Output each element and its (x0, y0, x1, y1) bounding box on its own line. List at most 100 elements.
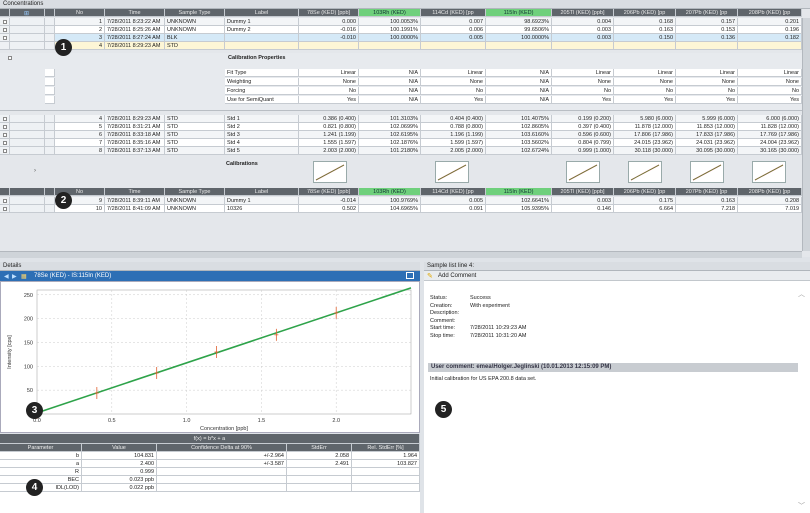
grid-cell[interactable]: 30.118 (30.000) (614, 147, 676, 155)
grid-cell[interactable] (0, 205, 10, 213)
grid-cell[interactable] (0, 34, 10, 42)
grid-cell[interactable]: 0.397 (0.400) (552, 123, 614, 131)
grid-cell[interactable]: 0.146 (552, 205, 614, 213)
grid-cell[interactable]: 11.878 (12.000) (614, 123, 676, 131)
calibration-thumbnail[interactable] (752, 161, 786, 183)
grid-cell[interactable] (10, 131, 45, 139)
grid-cell[interactable]: 7/28/2011 8:29:23 AM (105, 42, 165, 50)
grid-cell[interactable]: 7/28/2011 8:31:21 AM (105, 123, 165, 131)
grid-cell[interactable]: 0.003 (552, 197, 614, 205)
column-header[interactable]: Label (225, 188, 299, 196)
column-header[interactable] (45, 9, 55, 17)
expand-arrow-icon[interactable]: › (34, 168, 36, 174)
grid-cell[interactable] (421, 42, 486, 50)
grid-cell[interactable]: 99.6506% (486, 26, 552, 34)
grid-cell[interactable] (10, 26, 45, 34)
grid-cell[interactable]: -0.016 (299, 26, 359, 34)
grid-cell[interactable]: 0.153 (676, 26, 738, 34)
grid-cell[interactable]: UNKNOWN (165, 197, 225, 205)
grid-cell[interactable]: 102.6724% (486, 147, 552, 155)
grid-cell[interactable]: Use for SemiQuant (225, 96, 299, 104)
grid-cell[interactable]: No (738, 87, 802, 95)
expand-row-icon[interactable] (3, 20, 7, 24)
grid-cell[interactable]: No (614, 87, 676, 95)
grid-cell[interactable]: 2.003 (2.000) (299, 147, 359, 155)
grid-cell[interactable]: 1.241 (1.199) (299, 131, 359, 139)
expand-down-icon[interactable]: ﹀ (798, 501, 805, 511)
grid-cell[interactable]: 7/28/2011 8:23:22 AM (105, 18, 165, 26)
grid-cell[interactable]: 0.804 (0.799) (552, 139, 614, 147)
column-header[interactable]: No (55, 9, 105, 17)
column-header[interactable] (10, 188, 45, 196)
table-row[interactable]: 1 7/28/2011 8:23:22 AM UNKNOWN Dummy 1 0.000… (0, 18, 802, 26)
grid-cell[interactable]: 6.000 (6.000) (738, 115, 802, 123)
grid-cell[interactable]: 0.175 (614, 197, 676, 205)
column-header[interactable]: 78Se (KED) [ppb] (299, 9, 359, 17)
grid-cell[interactable]: 6.664 (614, 205, 676, 213)
grid-cell[interactable] (45, 42, 55, 50)
grid-cell[interactable] (10, 147, 45, 155)
grid-cell[interactable] (359, 42, 421, 50)
grid-cell[interactable]: 7.019 (738, 205, 802, 213)
grid-cell[interactable] (225, 42, 299, 50)
grid-cell[interactable]: 98.6923% (486, 18, 552, 26)
grid-cell[interactable]: Linear (738, 69, 802, 77)
grid-cell[interactable] (45, 34, 55, 42)
expand-row-icon[interactable] (3, 36, 7, 40)
expand-row-icon[interactable] (3, 125, 7, 129)
grid-cell[interactable]: 100.9769% (359, 197, 421, 205)
grid-cell[interactable]: 30.095 (30.000) (676, 147, 738, 155)
calibration-thumbnail[interactable] (690, 161, 724, 183)
grid-cell[interactable]: 104.6965% (359, 205, 421, 213)
column-header[interactable]: 207Pb (KED) [pp (676, 188, 738, 196)
column-header[interactable]: 115In (KED) (486, 9, 552, 17)
column-header[interactable] (45, 188, 55, 196)
table-row[interactable]: 2 7/28/2011 8:25:26 AM UNKNOWN Dummy 2 -0.01… (0, 26, 802, 34)
grid-cell[interactable]: No (676, 87, 738, 95)
grid-cell[interactable] (738, 42, 802, 50)
grid-cell[interactable]: 0.004 (552, 18, 614, 26)
grid-cell[interactable]: 102.1876% (359, 139, 421, 147)
concentrations-grid[interactable]: No Time Sample Type Label 78Se (KED) [ppb] 10… (0, 9, 810, 257)
grid-cell[interactable]: Linear (299, 69, 359, 77)
grid-cell[interactable]: UNKNOWN (165, 18, 225, 26)
grid-cell[interactable] (10, 115, 45, 123)
grid-cell[interactable] (0, 139, 10, 147)
grid-cell[interactable]: 17.769 (17.986) (738, 131, 802, 139)
grid-cell[interactable]: Yes (552, 96, 614, 104)
grid-cell[interactable]: Linear (676, 69, 738, 77)
column-header[interactable]: 115In (KED) (486, 188, 552, 196)
grid-cell[interactable]: 0.182 (738, 34, 802, 42)
grid-cell[interactable]: 100.0000% (359, 34, 421, 42)
grid-cell[interactable]: Weighting (225, 78, 299, 86)
grid-cell[interactable]: Fit Type (225, 69, 299, 77)
grid-cell[interactable]: Forcing (225, 87, 299, 95)
grid-cell[interactable] (10, 42, 45, 50)
grid-cell[interactable]: Std 1 (225, 115, 299, 123)
column-header[interactable]: 114Cd (KED) [pp (421, 9, 486, 17)
grid-cell[interactable]: 1.555 (1.597) (299, 139, 359, 147)
grid-cell[interactable]: 100.0053% (359, 18, 421, 26)
grid-cell[interactable]: -0.014 (299, 197, 359, 205)
grid-cell[interactable]: 6 (55, 131, 105, 139)
grid-cell[interactable]: 105.9395% (486, 205, 552, 213)
grid-cell[interactable]: 0.003 (552, 26, 614, 34)
forward-icon[interactable]: ▶ (12, 273, 17, 280)
grid-cell[interactable]: None (614, 78, 676, 86)
grid-cell[interactable]: 100.1991% (359, 26, 421, 34)
grid-cell[interactable]: 0.163 (676, 197, 738, 205)
grid-cell[interactable]: Yes (614, 96, 676, 104)
grid-cell[interactable] (45, 197, 55, 205)
table-row[interactable]: 10 7/28/2011 8:41:09 AM UNKNOWN 10326 0.502 1… (0, 205, 802, 213)
grid-cell[interactable]: 0.404 (0.400) (421, 115, 486, 123)
grid-cell[interactable] (0, 18, 10, 26)
grid-cell[interactable]: 0.150 (614, 34, 676, 42)
table-row[interactable]: 6 7/28/2011 8:33:18 AM STD Std 3 1.241 (1.19… (0, 131, 802, 139)
back-icon[interactable]: ◀ (4, 273, 9, 280)
column-header[interactable]: Sample Type (165, 9, 225, 17)
grid-cell[interactable]: 102.6641% (486, 197, 552, 205)
column-header[interactable]: 208Pb (KED) [pp (738, 188, 802, 196)
grid-cell[interactable]: 1.599 (1.597) (421, 139, 486, 147)
grid-cell[interactable] (45, 131, 55, 139)
grid-cell[interactable]: STD (165, 147, 225, 155)
